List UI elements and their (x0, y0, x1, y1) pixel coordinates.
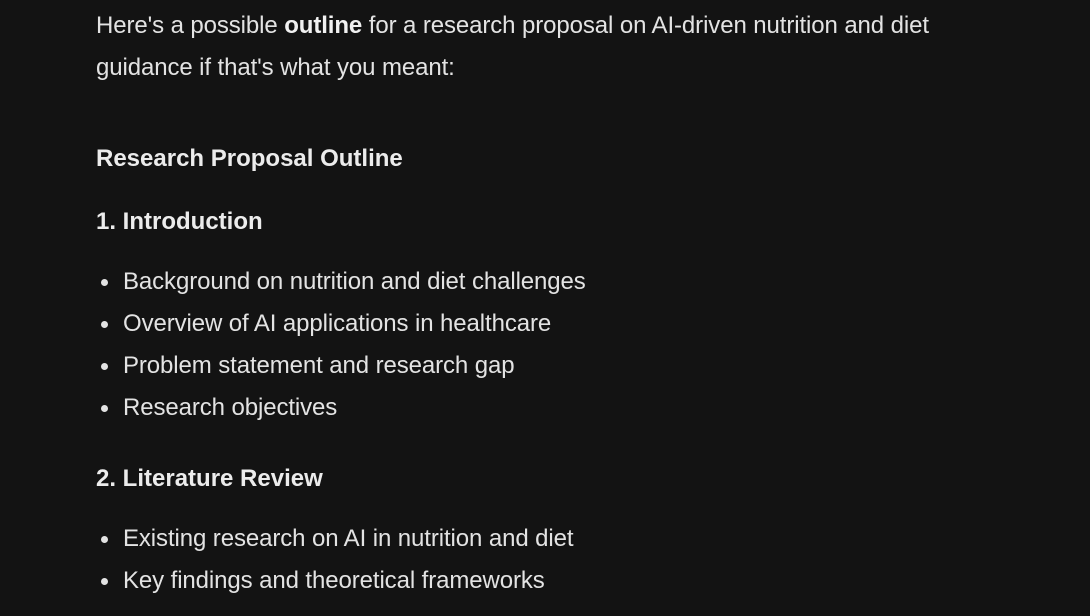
bullet-icon (101, 321, 108, 328)
list-item: Problem statement and research gap (96, 345, 996, 387)
list-item-text: Problem statement and research gap (123, 352, 515, 379)
intro-text-prefix: Here's a possible (96, 12, 285, 39)
list-item: Research objectives (96, 387, 996, 429)
list-item-text: Existing research on AI in nutrition and… (123, 525, 574, 552)
bullet-list: Existing research on AI in nutrition and… (96, 518, 996, 602)
list-item: Background on nutrition and diet challen… (96, 261, 996, 303)
section-title: 1. Introduction (96, 208, 263, 235)
bullet-icon (101, 578, 108, 585)
outline-title: Research Proposal Outline (96, 145, 403, 172)
bullet-icon (101, 279, 108, 286)
intro-bold-word: outline (284, 12, 363, 39)
section-introduction: 1. Introduction Background on nutrition … (96, 207, 996, 429)
list-item: Key findings and theoretical frameworks (96, 560, 996, 602)
list-item-text: Research objectives (123, 394, 338, 421)
list-item-text: Key findings and theoretical frameworks (123, 567, 545, 594)
section-title: 2. Literature Review (96, 465, 323, 492)
list-item-text: Overview of AI applications in healthcar… (123, 310, 552, 337)
intro-paragraph: Here's a possible outline for a research… (96, 0, 996, 89)
bullet-icon (101, 405, 108, 412)
bullet-icon (101, 363, 108, 370)
list-item: Existing research on AI in nutrition and… (96, 518, 996, 560)
bullet-list: Background on nutrition and diet challen… (96, 261, 996, 429)
bullet-icon (101, 536, 108, 543)
list-item: Overview of AI applications in healthcar… (96, 303, 996, 345)
response-body: Here's a possible outline for a research… (96, 0, 996, 602)
list-item-text: Background on nutrition and diet challen… (123, 268, 586, 295)
section-literature-review: 2. Literature Review Existing research o… (96, 464, 996, 602)
